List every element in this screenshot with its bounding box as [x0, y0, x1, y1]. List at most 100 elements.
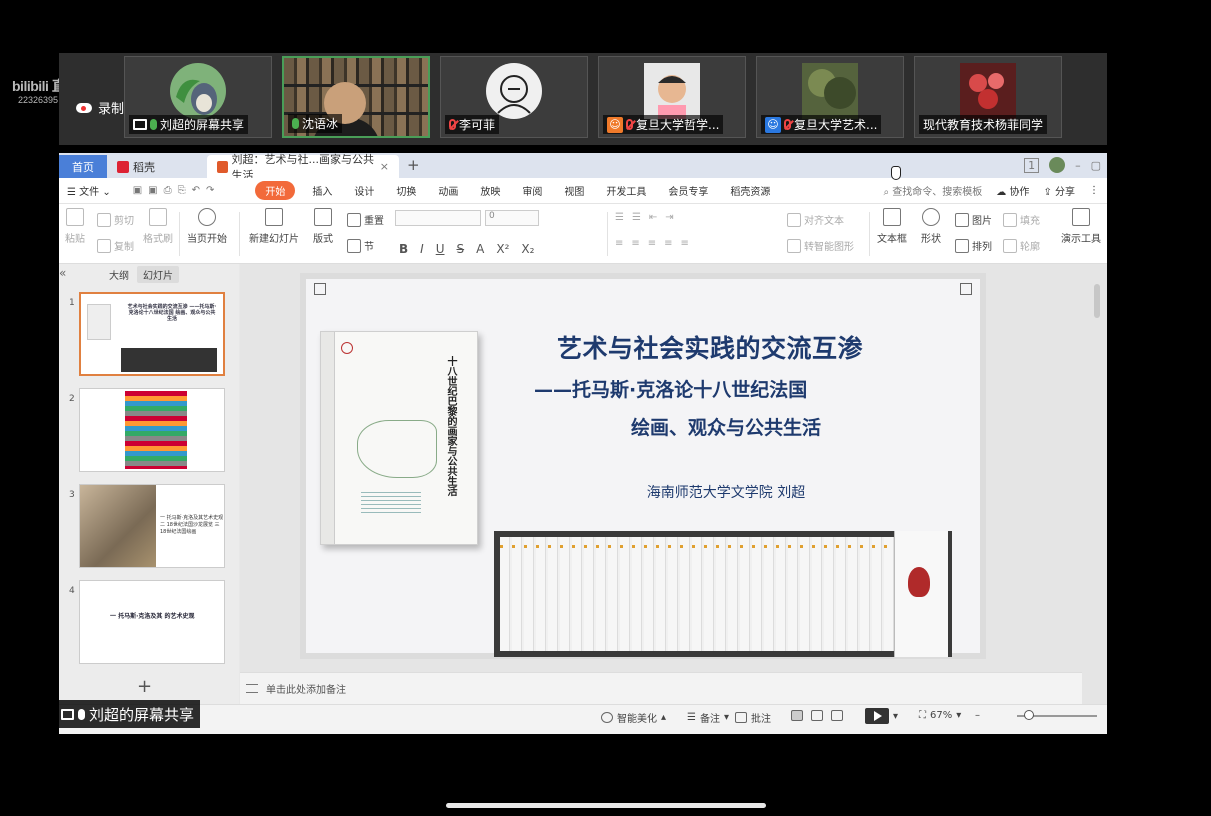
minimize-button[interactable]: – — [1075, 159, 1081, 172]
subscript-button[interactable]: X₂ — [521, 242, 534, 256]
font-family-select[interactable] — [395, 210, 481, 226]
shape-button[interactable]: 形状 — [921, 208, 941, 245]
search-commands[interactable]: ⌕ 查找命令、搜索模板 — [883, 183, 982, 198]
arrange-button[interactable]: 排列 — [955, 238, 992, 253]
menu-file[interactable]: ☰ 文件 ⌄ — [59, 183, 122, 198]
picture-label: 图片 — [972, 216, 992, 227]
reading-view-icon[interactable] — [831, 710, 843, 721]
zoom-slider-handle[interactable] — [1024, 710, 1034, 720]
participant-name: 刘超的屏幕共享 — [160, 118, 245, 132]
participant-tile[interactable]: ☺ 复旦大学哲学... — [598, 56, 746, 138]
section-icon — [347, 238, 361, 253]
layout-button[interactable]: 版式 — [313, 208, 333, 245]
menu-tab[interactable]: 设计 — [343, 183, 385, 198]
menu-tab[interactable]: 会员专享 — [657, 183, 719, 198]
align-text-button[interactable]: 对齐文本 — [787, 212, 844, 227]
smart-beautify-button[interactable]: 智能美化 ▴ — [601, 710, 666, 725]
zoom-out-button[interactable]: – — [975, 710, 980, 721]
superscript-button[interactable]: X² — [496, 242, 509, 256]
menu-tab[interactable]: 开发工具 — [595, 183, 657, 198]
comments-button[interactable]: 批注 — [735, 710, 771, 725]
reset-button[interactable]: 重置 — [347, 212, 384, 227]
slide-thumbnail-1[interactable]: 艺术与社会实践的交流互渗 ——托马斯·克洛论十八世纪法国 绘画、观众与公共生活 — [79, 292, 225, 376]
slide-thumbnail-3[interactable]: 一 托马斯·克洛及其艺术史观 二 18世纪法国沙龙展览 三 18世纪法国绘画 — [79, 484, 225, 568]
scrollbar-thumb[interactable] — [1094, 284, 1100, 318]
tab-outline[interactable]: 大纲 — [109, 267, 129, 282]
participant-tile[interactable]: 李可菲 — [440, 56, 588, 138]
new-tab-button[interactable]: + — [399, 155, 428, 178]
text-format-group: B I U S A X² X₂ — [399, 242, 534, 256]
tab-slides[interactable]: 幻灯片 — [137, 265, 179, 283]
participant-tile-active-speaker[interactable]: 沈语冰 — [282, 56, 430, 138]
layout-indicator-icon[interactable]: 1 — [1024, 157, 1040, 173]
underline-button[interactable]: U — [436, 242, 445, 256]
smartart-button[interactable]: 转智能图形 — [787, 238, 854, 253]
slide-copy-icon[interactable] — [960, 283, 972, 295]
menu-tab[interactable]: 切换 — [385, 183, 427, 198]
slide-subtitle-line2: 绘画、观众与公共生活 — [630, 417, 821, 439]
fill-button[interactable]: 填充 — [1003, 212, 1040, 227]
participant-name: 现代教育技术杨菲同学 — [923, 118, 1044, 132]
italic-button[interactable]: I — [420, 242, 424, 256]
smartart-label: 转智能图形 — [804, 242, 854, 253]
tab-current-file[interactable]: 刘超：艺术与社...画家与公共生活 × — [207, 153, 399, 182]
copy-button[interactable]: 复制 — [97, 238, 134, 253]
menu-tab[interactable]: 视图 — [553, 183, 595, 198]
add-slide-button[interactable]: + — [137, 676, 152, 697]
play-slideshow-button[interactable]: ▾ — [865, 708, 898, 724]
font-color-button[interactable]: A — [476, 242, 484, 256]
collab-button[interactable]: ☁ 协作 — [996, 183, 1029, 198]
home-indicator[interactable] — [446, 803, 766, 808]
tab-wps-label: 稻壳 — [133, 160, 155, 174]
slide-thumbnail-4[interactable]: 一 托马斯·克洛及其 的艺术史观 — [79, 580, 225, 664]
textbox-button[interactable]: 文本框 — [877, 208, 907, 245]
fit-window-button[interactable]: ⛶ 67% ▾ — [919, 710, 961, 721]
strikethrough-button[interactable]: S — [457, 242, 465, 256]
participant-tile[interactable]: 现代教育技术杨菲同学 — [914, 56, 1062, 138]
presentation-tools-button[interactable]: 演示工具 — [1061, 208, 1101, 245]
paste-button[interactable]: 粘贴 — [65, 208, 85, 245]
notes-toggle-button[interactable]: ☰ 备注 ▾ — [687, 710, 729, 725]
participant-name-bar: 李可菲 — [445, 115, 500, 134]
collapse-panel-icon[interactable]: « — [59, 266, 66, 280]
slide-sorter-icon[interactable] — [811, 710, 823, 721]
tab-home[interactable]: 首页 — [59, 155, 107, 178]
menu-tab[interactable]: 审阅 — [511, 183, 553, 198]
picture-button[interactable]: 图片 — [955, 212, 992, 227]
user-avatar[interactable] — [1049, 157, 1066, 173]
align-buttons[interactable]: ≡≡≡≡≡ — [615, 238, 697, 249]
current-slide[interactable]: 十八世纪巴黎的画家与公共生活 艺术与社会实践的交流互渗 ——托马斯·克洛论十八世… — [300, 273, 986, 659]
menu-tab[interactable]: 插入 — [301, 183, 343, 198]
wps-presentation-window: 首页 稻壳 刘超：艺术与社...画家与公共生活 × + 1 – ▢ ☰ 文件 ⌄… — [59, 153, 1107, 734]
book-spines — [500, 537, 946, 651]
font-size-select[interactable]: 0 — [485, 210, 539, 226]
participant-tile[interactable]: ☺ 复旦大学艺术... — [756, 56, 904, 138]
menu-tab[interactable]: 动画 — [427, 183, 469, 198]
format-painter-button[interactable]: 格式刷 — [143, 208, 173, 245]
section-button[interactable]: 节 — [347, 238, 374, 253]
normal-view-icon[interactable] — [791, 710, 803, 721]
cut-button[interactable]: 剪切 — [97, 212, 134, 227]
restore-button[interactable]: ▢ — [1091, 159, 1101, 172]
format-painter-label: 格式刷 — [143, 234, 173, 245]
play-from-current-button[interactable]: 当页开始 — [187, 208, 227, 245]
participant-tile[interactable]: 刘超的屏幕共享 — [124, 56, 272, 138]
vertical-scrollbar[interactable] — [1091, 264, 1103, 672]
menu-tab[interactable]: 开始 — [255, 181, 296, 200]
menu-tab[interactable]: 放映 — [469, 183, 511, 198]
user-icon: ☺ — [607, 116, 623, 133]
more-menu-icon[interactable]: ⋮ — [1089, 185, 1099, 196]
cloud-record-icon — [76, 102, 92, 113]
outline-button[interactable]: 轮廓 — [1003, 238, 1040, 253]
tab-wps-docer[interactable]: 稻壳 — [107, 155, 207, 178]
quick-access-icons[interactable]: ▣▣⎙⎘↶↷ — [122, 185, 232, 196]
notes-pane[interactable]: 单击此处添加备注 — [240, 672, 1082, 704]
share-button[interactable]: ⇪ 分享 — [1043, 183, 1075, 198]
slide-thumbnail-2[interactable] — [79, 388, 225, 472]
menu-tab[interactable]: 稻壳资源 — [719, 183, 781, 198]
new-slide-button[interactable]: 新建幻灯片 — [249, 208, 299, 245]
close-tab-icon[interactable]: × — [380, 160, 389, 173]
list-buttons[interactable]: ☰☰⇤⇥ — [615, 212, 682, 223]
document-tab-bar: 首页 稻壳 刘超：艺术与社...画家与公共生活 × + 1 – ▢ — [59, 153, 1107, 182]
bold-button[interactable]: B — [399, 242, 408, 256]
